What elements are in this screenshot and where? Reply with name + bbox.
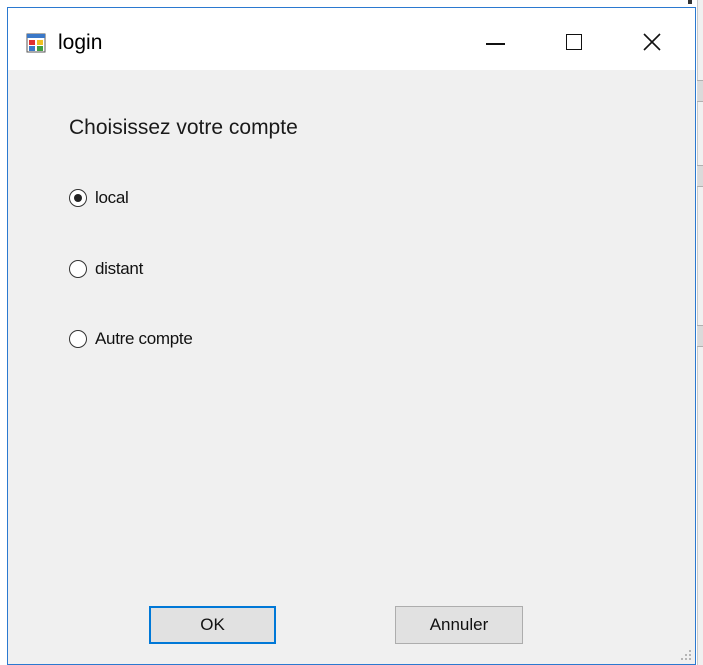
app-form-icon [26, 33, 46, 53]
radio-button[interactable] [69, 330, 87, 348]
radio-selected-dot [74, 194, 82, 202]
maximize-icon [566, 34, 582, 50]
maximize-button[interactable] [554, 26, 594, 58]
cancel-button[interactable]: Annuler [395, 606, 523, 644]
radio-button[interactable] [69, 260, 87, 278]
close-icon [643, 33, 661, 51]
close-button[interactable] [632, 26, 672, 58]
background-field-edge [697, 325, 703, 347]
radio-option-distant[interactable]: distant [69, 257, 143, 281]
minimize-button[interactable] [475, 26, 515, 58]
radio-label[interactable]: Autre compte [95, 329, 193, 349]
radio-label[interactable]: distant [95, 259, 143, 279]
account-prompt: Choisissez votre compte [69, 116, 298, 139]
dialog-body: Choisissez votre compte local distant Au… [8, 70, 695, 664]
radio-label[interactable]: local [95, 188, 129, 208]
ok-button[interactable]: OK [149, 606, 276, 644]
background-field-edge [697, 80, 703, 102]
minimize-icon [485, 43, 505, 45]
radio-option-local[interactable]: local [69, 186, 129, 210]
radio-button[interactable] [69, 189, 87, 207]
radio-option-autre-compte[interactable]: Autre compte [69, 327, 193, 351]
background-field-edge [697, 165, 703, 187]
desktop-screen: login Choisissez votre compte local dist… [0, 0, 703, 665]
background-mark [688, 0, 692, 4]
login-dialog: login Choisissez votre compte local dist… [7, 7, 696, 665]
title-bar[interactable]: login [8, 8, 695, 70]
window-title: login [58, 31, 103, 54]
resize-grip-icon[interactable] [680, 649, 692, 661]
